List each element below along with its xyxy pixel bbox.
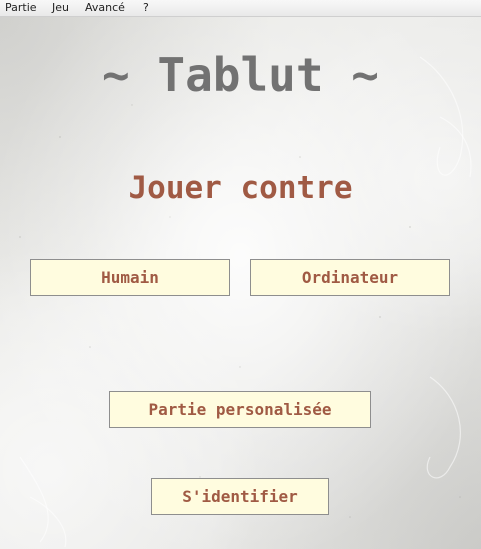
login-button[interactable]: S'identifier [151,478,329,515]
app-window: Partie Jeu Avancé ? ~ Tablut ~ Jouer con… [0,0,481,549]
main-panel: ~ Tablut ~ Jouer contre Humain Ordinateu… [0,17,481,549]
play-against-heading: Jouer contre [128,170,353,206]
play-vs-computer-button[interactable]: Ordinateur [250,259,450,296]
app-title: ~ Tablut ~ [102,48,379,102]
menu-bar: Partie Jeu Avancé ? [0,0,481,17]
play-vs-human-button[interactable]: Humain [30,259,230,296]
menu-avance[interactable]: Avancé [85,1,125,15]
menu-partie[interactable]: Partie [5,1,37,15]
menu-jeu[interactable]: Jeu [52,1,69,15]
custom-game-button[interactable]: Partie personalisée [109,391,371,428]
menu-help[interactable]: ? [143,1,149,15]
